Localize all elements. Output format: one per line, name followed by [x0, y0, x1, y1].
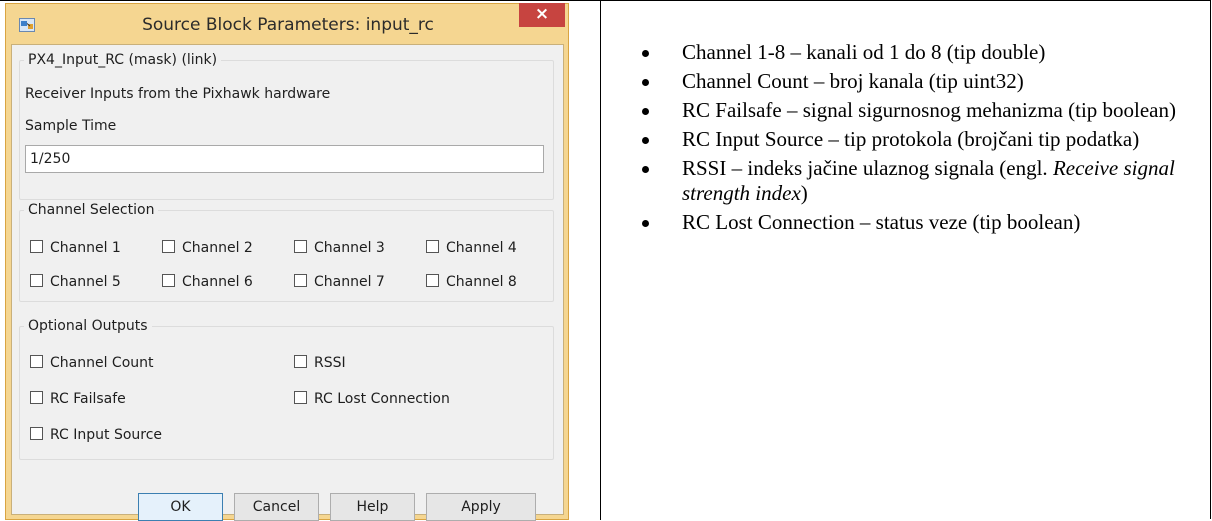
checkbox-box[interactable] [426, 274, 439, 287]
checkbox-box[interactable] [294, 355, 307, 368]
list-item-text: Channel Count – broj kanala (tip uint32) [682, 69, 1024, 93]
bullet-icon [642, 137, 649, 144]
checkbox-box[interactable] [294, 240, 307, 253]
ok-button[interactable]: OK [138, 493, 223, 521]
checkbox-box[interactable] [294, 391, 307, 404]
bullet-icon [642, 108, 649, 115]
checkbox-box[interactable] [426, 240, 439, 253]
channel-3-checkbox[interactable]: Channel 3 [294, 240, 385, 258]
checkbox-box[interactable] [30, 240, 43, 253]
channel-count-checkbox[interactable]: Channel Count [30, 355, 154, 373]
checkbox-label: RSSI [314, 355, 346, 371]
list-item-text-post: ) [800, 181, 808, 205]
checkbox-box[interactable] [162, 274, 175, 287]
sample-time-input[interactable]: 1/250 [25, 145, 544, 173]
checkbox-label: Channel 2 [182, 240, 253, 256]
rc-input-source-checkbox[interactable]: RC Input Source [30, 427, 162, 445]
checkbox-label: Channel 1 [50, 240, 121, 256]
list-item: Channel 1-8 – kanali od 1 do 8 (tip doub… [640, 40, 1206, 65]
checkbox-label: RC Lost Connection [314, 391, 450, 407]
checkbox-label: Channel 5 [50, 274, 121, 290]
optional-outputs-legend: Optional Outputs [28, 318, 148, 334]
channel-5-checkbox[interactable]: Channel 5 [30, 274, 121, 292]
cancel-button[interactable]: Cancel [234, 493, 319, 521]
checkbox-box[interactable] [30, 274, 43, 287]
mask-group-legend: PX4_Input_RC (mask) (link) [28, 52, 218, 68]
list-item-text: RC Lost Connection – status veze (tip bo… [682, 210, 1081, 234]
checkbox-label: Channel 4 [446, 240, 517, 256]
list-item: RC Failsafe – signal sigurnosnog mehaniz… [640, 98, 1206, 123]
bullet-icon [642, 50, 649, 57]
rc-failsafe-checkbox[interactable]: RC Failsafe [30, 391, 126, 409]
bullet-icon [642, 166, 649, 173]
dialog-body: PX4_Input_RC (mask) (link) Receiver Inpu… [11, 44, 564, 521]
table-cell-divider [600, 0, 601, 520]
channel-4-checkbox[interactable]: Channel 4 [426, 240, 517, 258]
checkbox-label: Channel 7 [314, 274, 385, 290]
bullet-icon [642, 79, 649, 86]
bullet-icon [642, 220, 649, 227]
checkbox-label: Channel 3 [314, 240, 385, 256]
channel-8-checkbox[interactable]: Channel 8 [426, 274, 517, 292]
list-item-text-pre: RSSI – indeks jačine ulaznog signala (en… [682, 156, 1053, 180]
rc-lost-connection-checkbox[interactable]: RC Lost Connection [294, 391, 450, 409]
channel-6-checkbox[interactable]: Channel 6 [162, 274, 253, 292]
checkbox-label: Channel 6 [182, 274, 253, 290]
checkbox-box[interactable] [162, 240, 175, 253]
channel-7-checkbox[interactable]: Channel 7 [294, 274, 385, 292]
list-item-text: RC Failsafe – signal sigurnosnog mehaniz… [682, 98, 1176, 122]
dialog-title: Source Block Parameters: input_rc [142, 15, 434, 35]
parameter-description-list: Channel 1-8 – kanali od 1 do 8 (tip doub… [640, 40, 1206, 239]
checkbox-box[interactable] [30, 391, 43, 404]
list-item-text: Channel 1-8 – kanali od 1 do 8 (tip doub… [682, 40, 1046, 64]
checkbox-label: Channel 8 [446, 274, 517, 290]
list-item: RSSI – indeks jačine ulaznog signala (en… [640, 156, 1206, 206]
source-block-parameters-dialog: Source Block Parameters: input_rc × PX4_… [5, 3, 569, 521]
checkbox-box[interactable] [30, 355, 43, 368]
channel-2-checkbox[interactable]: Channel 2 [162, 240, 253, 258]
apply-button[interactable]: Apply [426, 493, 536, 521]
checkbox-label: RC Input Source [50, 427, 163, 443]
mask-description: Receiver Inputs from the Pixhawk hardwar… [25, 86, 331, 102]
checkbox-label: RC Failsafe [50, 391, 126, 407]
channel-1-checkbox[interactable]: Channel 1 [30, 240, 121, 258]
checkbox-box[interactable] [30, 427, 43, 440]
close-icon[interactable]: × [519, 3, 565, 27]
channel-selection-legend: Channel Selection [28, 202, 155, 218]
list-item: Channel Count – broj kanala (tip uint32) [640, 69, 1206, 94]
rssi-checkbox[interactable]: RSSI [294, 355, 346, 373]
list-item-text: RC Input Source – tip protokola (brojčan… [682, 127, 1140, 151]
help-button[interactable]: Help [330, 493, 415, 521]
checkbox-label: Channel Count [50, 355, 154, 371]
sample-time-label: Sample Time [25, 118, 117, 134]
checkbox-box[interactable] [294, 274, 307, 287]
list-item: RC Input Source – tip protokola (brojčan… [640, 127, 1206, 152]
list-item: RC Lost Connection – status veze (tip bo… [640, 210, 1206, 235]
title-bar[interactable]: Source Block Parameters: input_rc × [6, 3, 568, 44]
